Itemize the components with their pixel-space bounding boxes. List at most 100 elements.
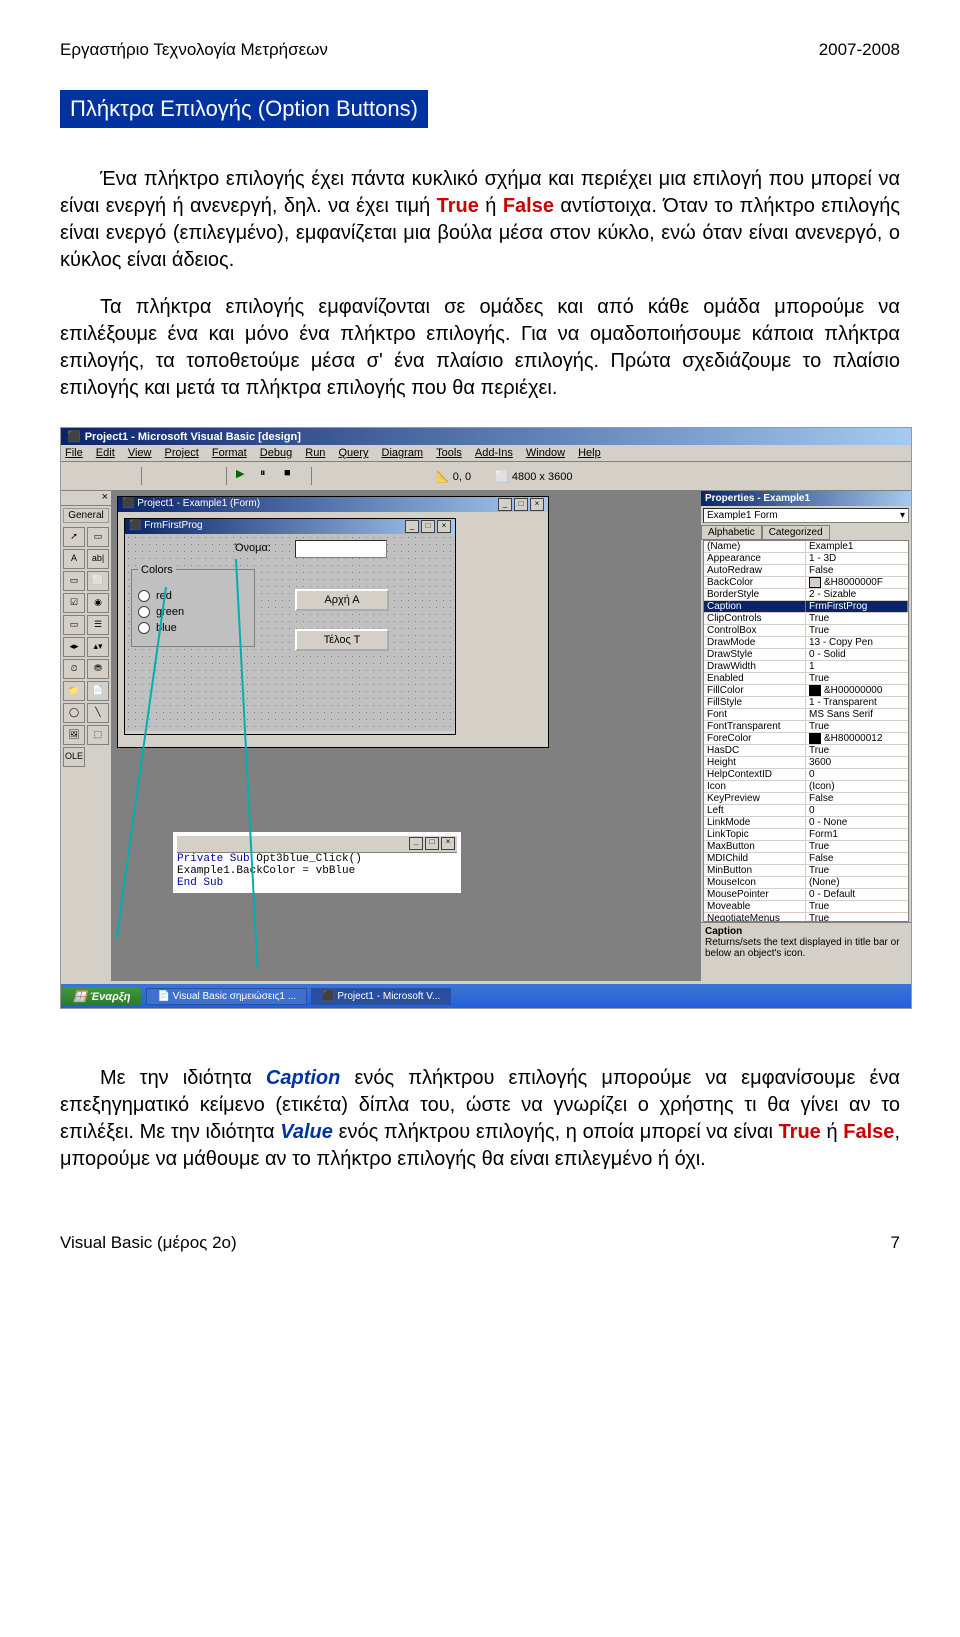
menu-file[interactable]: File xyxy=(65,447,83,459)
tab-categorized[interactable]: Categorized xyxy=(762,525,830,540)
close-icon[interactable]: × xyxy=(530,498,544,511)
property-row[interactable]: HelpContextID0 xyxy=(704,769,908,781)
property-row[interactable]: MoveableTrue xyxy=(704,901,908,913)
close-icon[interactable]: × xyxy=(441,837,455,850)
property-row[interactable]: NegotiateMenusTrue xyxy=(704,913,908,922)
property-row[interactable]: LinkMode0 - None xyxy=(704,817,908,829)
tool-shape-icon[interactable]: ◯ xyxy=(63,703,85,723)
tool-drive-icon[interactable]: ⛃ xyxy=(87,659,109,679)
menu-help[interactable]: Help xyxy=(578,447,601,459)
menu-project[interactable]: Project xyxy=(165,447,199,459)
property-row[interactable]: MaxButtonTrue xyxy=(704,841,908,853)
menu-view[interactable]: View xyxy=(128,447,152,459)
property-row[interactable]: MinButtonTrue xyxy=(704,865,908,877)
property-row[interactable]: Height3600 xyxy=(704,757,908,769)
properties-grid[interactable]: (Name)Example1Appearance1 - 3DAutoRedraw… xyxy=(703,540,909,922)
toolbar-button[interactable] xyxy=(392,466,412,486)
taskbar-item-active[interactable]: ⬛ Project1 - Microsoft V... xyxy=(311,988,451,1005)
run-button[interactable]: ▶ xyxy=(235,466,255,486)
property-row[interactable]: ForeColor&H80000012 xyxy=(704,733,908,745)
property-row[interactable]: FillColor&H00000000 xyxy=(704,685,908,697)
property-row[interactable]: CaptionFrmFirstProg xyxy=(704,601,908,613)
minimize-icon[interactable]: _ xyxy=(405,520,419,533)
tool-dir-icon[interactable]: 📁 xyxy=(63,681,85,701)
menu-run[interactable]: Run xyxy=(305,447,325,459)
radio-blue[interactable]: blue xyxy=(138,622,248,634)
toolbox-category[interactable]: General xyxy=(63,508,109,523)
tool-pointer-icon[interactable]: ➚ xyxy=(63,527,85,547)
tool-label-icon[interactable]: A xyxy=(63,549,85,569)
maximize-icon[interactable]: □ xyxy=(421,520,435,533)
code-editor-window[interactable]: _ □ × Private Sub Opt3blue_Click() Examp… xyxy=(172,831,462,894)
taskbar-item[interactable]: 📄 Visual Basic σημειώσεις1 ... xyxy=(146,988,307,1005)
property-row[interactable]: LinkTopicForm1 xyxy=(704,829,908,841)
toolbox-close-icon[interactable]: × xyxy=(61,491,111,506)
property-row[interactable]: HasDCTrue xyxy=(704,745,908,757)
menu-edit[interactable]: Edit xyxy=(96,447,115,459)
toolbar-button[interactable] xyxy=(344,466,364,486)
property-row[interactable]: DrawWidth1 xyxy=(704,661,908,673)
menu-format[interactable]: Format xyxy=(212,447,247,459)
menu-diagram[interactable]: Diagram xyxy=(382,447,424,459)
property-row[interactable]: Left0 xyxy=(704,805,908,817)
property-row[interactable]: Appearance1 - 3D xyxy=(704,553,908,565)
property-row[interactable]: MousePointer0 - Default xyxy=(704,889,908,901)
tool-ole-icon[interactable]: OLE xyxy=(63,747,85,767)
property-row[interactable]: MouseIcon(None) xyxy=(704,877,908,889)
menu-addins[interactable]: Add-Ins xyxy=(475,447,513,459)
chevron-down-icon[interactable]: ▾ xyxy=(900,510,905,521)
minimize-icon[interactable]: _ xyxy=(409,837,423,850)
property-row[interactable]: AutoRedrawFalse xyxy=(704,565,908,577)
property-row[interactable]: FontMS Sans Serif xyxy=(704,709,908,721)
property-row[interactable]: ControlBoxTrue xyxy=(704,625,908,637)
radio-green[interactable]: green xyxy=(138,606,248,618)
property-row[interactable]: FillStyle1 - Transparent xyxy=(704,697,908,709)
property-row[interactable]: Icon(Icon) xyxy=(704,781,908,793)
tool-image-icon[interactable]: 🖼 xyxy=(63,725,85,745)
toolbar-button[interactable] xyxy=(89,466,109,486)
name-textbox[interactable] xyxy=(295,540,387,558)
close-icon[interactable]: × xyxy=(437,520,451,533)
tool-frame-icon[interactable]: ▭ xyxy=(63,571,85,591)
tool-list-icon[interactable]: ☰ xyxy=(87,615,109,635)
property-row[interactable]: (Name)Example1 xyxy=(704,541,908,553)
start-button[interactable]: 🪟 Έναρξη xyxy=(61,987,142,1006)
menu-bar[interactable]: File Edit View Project Format Debug Run … xyxy=(61,445,911,462)
button-end[interactable]: Τέλος Τ xyxy=(295,629,389,651)
tool-button-icon[interactable]: ⬜ xyxy=(87,571,109,591)
tool-option-icon[interactable]: ◉ xyxy=(87,593,109,613)
tool-picturebox-icon[interactable]: ▭ xyxy=(87,527,109,547)
button-start[interactable]: Αρχή Α xyxy=(295,589,389,611)
radio-red[interactable]: red xyxy=(138,590,248,602)
tool-vscroll-icon[interactable]: ▴▾ xyxy=(87,637,109,657)
toolbar-button[interactable] xyxy=(174,466,194,486)
tool-checkbox-icon[interactable]: ☑ xyxy=(63,593,85,613)
menu-query[interactable]: Query xyxy=(339,447,369,459)
tool-hscroll-icon[interactable]: ◂▸ xyxy=(63,637,85,657)
property-row[interactable]: DrawMode13 - Copy Pen xyxy=(704,637,908,649)
property-row[interactable]: BackColor&H8000000F xyxy=(704,577,908,589)
tool-combo-icon[interactable]: ▭ xyxy=(63,615,85,635)
menu-window[interactable]: Window xyxy=(526,447,565,459)
stop-button[interactable]: ■ xyxy=(283,466,303,486)
tool-file-icon[interactable]: 📄 xyxy=(87,681,109,701)
properties-object-selector[interactable]: Example1 Form▾ xyxy=(703,508,909,523)
tool-line-icon[interactable]: ╲ xyxy=(87,703,109,723)
toolbar-button[interactable] xyxy=(113,466,133,486)
toolbar-button[interactable] xyxy=(65,466,85,486)
property-row[interactable]: FontTransparentTrue xyxy=(704,721,908,733)
property-row[interactable]: ClipControlsTrue xyxy=(704,613,908,625)
minimize-icon[interactable]: _ xyxy=(498,498,512,511)
toolbar-button[interactable] xyxy=(198,466,218,486)
tab-alphabetic[interactable]: Alphabetic xyxy=(701,525,762,540)
maximize-icon[interactable]: □ xyxy=(425,837,439,850)
tool-textbox-icon[interactable]: ab| xyxy=(87,549,109,569)
property-row[interactable]: MDIChildFalse xyxy=(704,853,908,865)
tool-timer-icon[interactable]: ⏲ xyxy=(63,659,85,679)
menu-debug[interactable]: Debug xyxy=(260,447,292,459)
toolbar-button[interactable] xyxy=(320,466,340,486)
property-row[interactable]: KeyPreviewFalse xyxy=(704,793,908,805)
property-row[interactable]: BorderStyle2 - Sizable xyxy=(704,589,908,601)
tool-data-icon[interactable]: ⬚ xyxy=(87,725,109,745)
property-row[interactable]: EnabledTrue xyxy=(704,673,908,685)
